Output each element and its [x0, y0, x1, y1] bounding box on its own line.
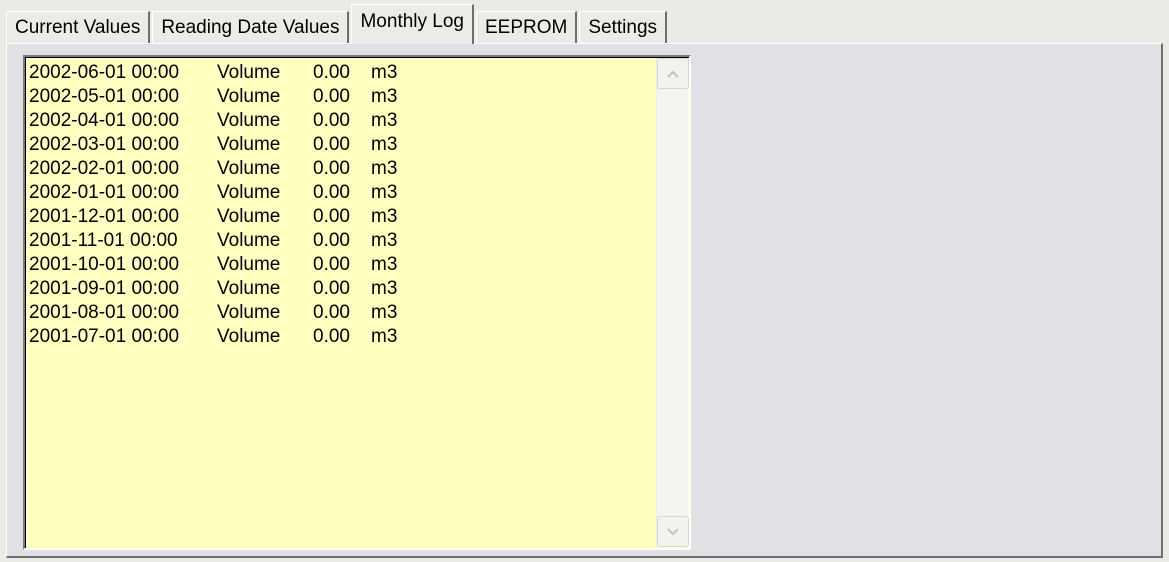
log-row: 2002-05-01 00:00 Volume 0.00 m3 — [29, 85, 649, 109]
log-row: 2001-08-01 00:00 Volume 0.00 m3 — [29, 301, 649, 325]
log-label: Volume — [217, 134, 281, 155]
log-unit: m3 — [371, 230, 398, 251]
log-label: Volume — [217, 110, 281, 131]
log-unit: m3 — [371, 62, 398, 83]
log-row: 2002-01-01 00:00 Volume 0.00 m3 — [29, 181, 649, 205]
tab-eeprom[interactable]: EEPROM — [476, 11, 578, 44]
log-datetime: 2001-08-01 00:00 — [29, 302, 180, 323]
log-datetime: 2001-12-01 00:00 — [29, 206, 180, 227]
log-datetime: 2002-05-01 00:00 — [29, 86, 180, 107]
log-label: Volume — [217, 278, 281, 299]
tab-strip: Current Values Reading Date Values Month… — [6, 4, 669, 44]
log-value: 0.00 — [313, 62, 350, 83]
log-label: Volume — [217, 302, 281, 323]
log-unit: m3 — [371, 134, 398, 155]
log-label: Volume — [217, 62, 281, 83]
log-label: Volume — [217, 182, 281, 203]
tab-reading-date-values[interactable]: Reading Date Values — [152, 11, 350, 44]
log-value: 0.00 — [313, 254, 350, 275]
log-value: 0.00 — [313, 278, 350, 299]
log-value: 0.00 — [313, 326, 350, 347]
log-label: Volume — [217, 158, 281, 179]
log-label: Volume — [217, 326, 281, 347]
log-value: 0.00 — [313, 134, 350, 155]
log-row: 2001-09-01 00:00 Volume 0.00 m3 — [29, 277, 649, 301]
chevron-down-icon — [667, 527, 679, 535]
scroll-down-button[interactable] — [657, 516, 689, 547]
tab-current-values[interactable]: Current Values — [6, 11, 151, 44]
tab-settings[interactable]: Settings — [579, 11, 668, 44]
log-unit: m3 — [371, 158, 398, 179]
log-row: 2001-10-01 00:00 Volume 0.00 m3 — [29, 253, 649, 277]
log-row: 2002-02-01 00:00 Volume 0.00 m3 — [29, 157, 649, 181]
log-label: Volume — [217, 86, 281, 107]
log-value: 0.00 — [313, 182, 350, 203]
log-datetime: 2001-10-01 00:00 — [29, 254, 180, 275]
vertical-scrollbar[interactable] — [656, 58, 689, 547]
tab-monthly-log[interactable]: Monthly Log — [351, 4, 474, 44]
monthly-log-list[interactable]: 2002-06-01 00:00 Volume 0.00 m3 2002-05-01 0… — [23, 55, 691, 550]
scroll-up-button[interactable] — [657, 58, 689, 89]
log-value: 0.00 — [313, 206, 350, 227]
log-datetime: 2002-02-01 00:00 — [29, 158, 180, 179]
log-label: Volume — [217, 206, 281, 227]
log-unit: m3 — [371, 86, 398, 107]
log-datetime: 2001-07-01 00:00 — [29, 326, 180, 347]
log-unit: m3 — [371, 302, 398, 323]
log-row: 2002-04-01 00:00 Volume 0.00 m3 — [29, 109, 649, 133]
log-label: Volume — [217, 230, 281, 251]
chevron-up-icon — [667, 70, 679, 78]
log-datetime: 2002-01-01 00:00 — [29, 182, 180, 203]
log-unit: m3 — [371, 326, 398, 347]
log-unit: m3 — [371, 206, 398, 227]
log-datetime: 2002-04-01 00:00 — [29, 110, 180, 131]
log-unit: m3 — [371, 254, 398, 275]
log-row: 2002-03-01 00:00 Volume 0.00 m3 — [29, 133, 649, 157]
monthly-log-panel: 2002-06-01 00:00 Volume 0.00 m3 2002-05-01 0… — [6, 43, 1163, 558]
log-row: 2001-07-01 00:00 Volume 0.00 m3 — [29, 325, 649, 349]
log-unit: m3 — [371, 278, 398, 299]
log-unit: m3 — [371, 110, 398, 131]
log-datetime: 2002-06-01 00:00 — [29, 62, 180, 83]
log-datetime: 2001-11-01 00:00 — [29, 230, 178, 251]
log-lines: 2002-06-01 00:00 Volume 0.00 m3 2002-05-01 0… — [29, 61, 649, 349]
log-datetime: 2001-09-01 00:00 — [29, 278, 180, 299]
log-value: 0.00 — [313, 230, 350, 251]
log-row: 2001-11-01 00:00 Volume 0.00 m3 — [29, 229, 649, 253]
log-datetime: 2002-03-01 00:00 — [29, 134, 180, 155]
log-unit: m3 — [371, 182, 398, 203]
log-value: 0.00 — [313, 302, 350, 323]
log-value: 0.00 — [313, 158, 350, 179]
log-row: 2001-12-01 00:00 Volume 0.00 m3 — [29, 205, 649, 229]
log-value: 0.00 — [313, 86, 350, 107]
log-label: Volume — [217, 254, 281, 275]
log-row: 2002-06-01 00:00 Volume 0.00 m3 — [29, 61, 649, 85]
log-value: 0.00 — [313, 110, 350, 131]
